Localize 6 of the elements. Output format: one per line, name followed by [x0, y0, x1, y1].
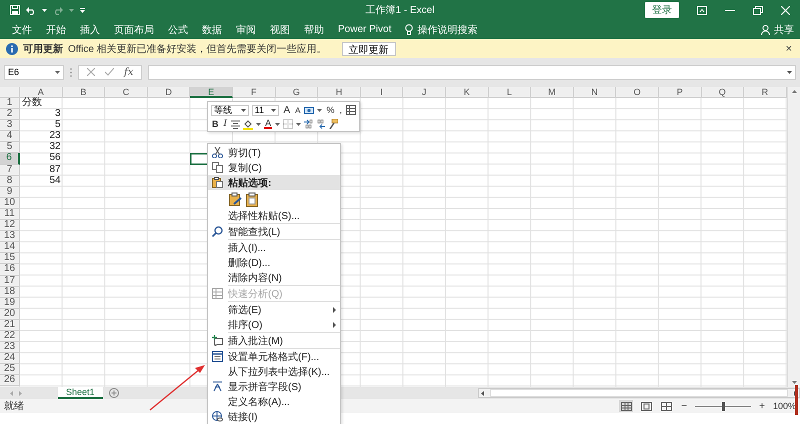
info-title: 可用更新: [23, 42, 63, 56]
window-title: 工作簿1 - Excel: [366, 4, 434, 17]
info-message: Office 相关更新已准备好安装，但首先需要关闭一些应用。: [68, 42, 327, 56]
status-text: 就绪: [4, 400, 24, 413]
menu-section-header: 粘贴选项:: [208, 175, 340, 190]
zoom-level: 100%: [772, 401, 796, 411]
